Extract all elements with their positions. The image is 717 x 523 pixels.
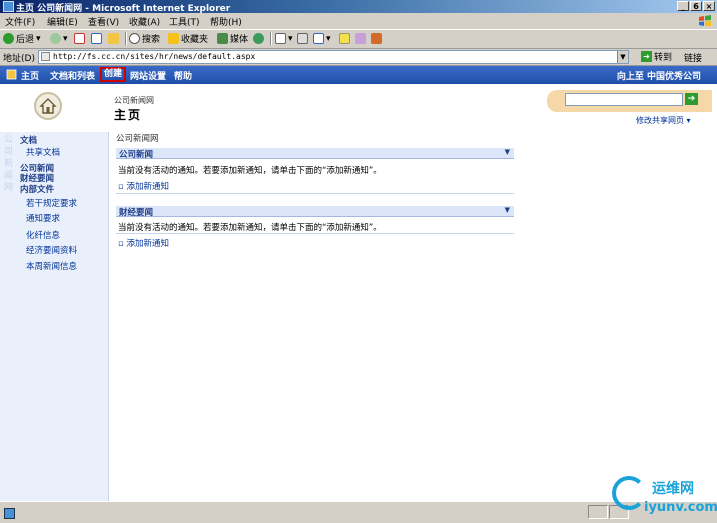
print-button[interactable] — [297, 32, 310, 45]
discuss-button[interactable] — [339, 32, 352, 45]
status-pane-security — [588, 505, 608, 519]
menu-bar: 文件(F) 编辑(E) 查看(V) 收藏(A) 工具(T) 帮助(H) — [0, 13, 717, 30]
page-header: 公司新闻网 主页 ➔ 修改共享网页 ▾ — [0, 84, 717, 132]
print-icon — [297, 33, 308, 44]
history-icon — [253, 33, 264, 44]
history-button[interactable] — [253, 32, 266, 45]
webpart-menu-icon[interactable]: ▼ — [505, 206, 510, 214]
mail-button[interactable]: ▾ — [275, 32, 293, 45]
messenger-icon — [355, 33, 366, 44]
webpart-title[interactable]: 公司新闻 — [119, 148, 153, 160]
nav-up-to[interactable]: 向上至 中国优秀公司 — [617, 69, 701, 82]
sidebar-item-documents[interactable]: 文档 — [20, 134, 37, 146]
page-icon — [41, 52, 50, 61]
address-input[interactable]: http://fs.cc.cn/sites/hr/news/default.as… — [38, 50, 629, 64]
back-arrow-icon — [3, 33, 14, 44]
sidebar-item-regulations[interactable]: 若干规定要求 — [26, 197, 77, 209]
site-top-nav: 主页 文档和列表 创建 网站设置 帮助 向上至 中国优秀公司 — [0, 66, 717, 84]
sidebar-item-weekly-news[interactable]: 本周新闻信息 — [26, 260, 77, 272]
menu-favorites[interactable]: 收藏(A) — [129, 15, 160, 28]
search-go-button[interactable]: ➔ — [685, 93, 698, 105]
sidebar-item-shared-docs[interactable]: 共享文档 — [26, 146, 60, 158]
breadcrumb[interactable]: 公司新闻网 — [114, 95, 154, 106]
media-button[interactable]: 媒体 — [217, 32, 248, 45]
messenger-button[interactable] — [355, 32, 368, 45]
research-button[interactable] — [371, 32, 384, 45]
webpart-message: 当前没有活动的通知。若要添加新通知，请单击下面的“添加新通知”。 — [118, 223, 382, 233]
house-icon — [39, 98, 57, 114]
restore-button[interactable]: 6 — [690, 1, 702, 11]
research-icon — [371, 33, 382, 44]
webpart-header-finance-news: 财经要闻 ▼ — [116, 206, 514, 218]
webpart-menu-icon[interactable]: ▼ — [505, 148, 510, 156]
star-icon — [168, 33, 179, 44]
webpart-title[interactable]: 财经要闻 — [119, 206, 153, 218]
refresh-button[interactable] — [91, 32, 104, 45]
address-bar: 地址(D) http://fs.cc.cn/sites/hr/news/defa… — [0, 49, 717, 66]
webpart-header-company-news: 公司新闻 ▼ — [116, 148, 514, 160]
brand-watermark: 运维网 iyunv.com — [608, 472, 717, 522]
windows-logo-icon — [699, 15, 711, 26]
nav-site-settings[interactable]: 网站设置 — [130, 69, 166, 82]
minimize-button[interactable]: _ — [677, 1, 689, 11]
favorites-button[interactable]: 收藏夹 — [168, 32, 208, 45]
media-icon — [217, 33, 228, 44]
links-button[interactable]: 链接 — [684, 51, 702, 64]
brand-ring-icon — [612, 476, 646, 510]
forward-arrow-icon — [50, 33, 61, 44]
search-button[interactable]: 搜索 — [129, 32, 160, 45]
menu-help[interactable]: 帮助(H) — [210, 15, 242, 28]
refresh-icon — [91, 33, 102, 44]
search-input[interactable] — [565, 93, 683, 106]
page-title: 主页 — [114, 108, 143, 122]
search-icon — [129, 33, 140, 44]
forward-button[interactable]: ▾ — [50, 32, 68, 45]
site-logo — [34, 92, 62, 120]
go-button[interactable]: ➔ 转到 — [641, 50, 672, 63]
menu-file[interactable]: 文件(F) — [5, 15, 35, 28]
modify-shared-page-link[interactable]: 修改共享网页 ▾ — [636, 115, 691, 126]
webpart-message: 当前没有活动的通知。若要添加新通知，请单击下面的“添加新通知”。 — [118, 166, 382, 176]
sidebar-item-fiber-info[interactable]: 化纤信息 — [26, 229, 60, 241]
ie-icon — [3, 1, 14, 12]
close-button[interactable]: × — [703, 1, 715, 11]
site-home-icon — [6, 69, 17, 80]
edit-page-icon — [313, 33, 324, 44]
window-title-bar[interactable]: 主页 公司新闻网 - Microsoft Internet Explorer _… — [0, 0, 717, 14]
address-dropdown-icon[interactable]: ▼ — [617, 51, 628, 63]
main-content: 公司新闻网 公司新闻 ▼ 当前没有活动的通知。若要添加新通知，请单击下面的“添加… — [110, 132, 717, 501]
go-arrow-icon: ➔ — [641, 51, 652, 62]
edit-button[interactable]: ▾ — [313, 32, 331, 45]
sidebar-item-economic-news[interactable]: 经济要闻资料 — [26, 244, 77, 256]
address-url[interactable]: http://fs.cc.cn/sites/hr/news/default.as… — [53, 51, 255, 63]
back-button[interactable]: 后退 ▾ — [3, 32, 41, 45]
discuss-icon — [339, 33, 350, 44]
menu-view[interactable]: 查看(V) — [88, 15, 119, 28]
nav-create[interactable]: 创建 — [100, 67, 127, 82]
home-icon — [108, 33, 119, 44]
mail-icon — [275, 33, 286, 44]
sidebar-item-internal-files[interactable]: 内部文件 — [20, 183, 54, 195]
brand-url: iyunv.com — [644, 500, 717, 515]
address-label: 地址(D) — [3, 54, 35, 64]
nav-help[interactable]: 帮助 — [174, 69, 192, 82]
nav-docs-lists[interactable]: 文档和列表 — [50, 69, 95, 82]
menu-tools[interactable]: 工具(T) — [169, 15, 200, 28]
stop-button[interactable] — [74, 32, 87, 45]
menu-edit[interactable]: 编辑(E) — [47, 15, 78, 28]
standard-toolbar: 后退 ▾ ▾ 搜索 收藏夹 媒体 ▾ ▾ — [0, 30, 717, 49]
sidebar-watermark: 公司新闻网 — [4, 135, 14, 193]
stop-icon — [74, 33, 85, 44]
nav-home[interactable]: 主页 — [21, 69, 39, 82]
add-announcement-link[interactable]: ▫ 添加新通知 — [118, 180, 169, 192]
quick-launch: 公司新闻网 文档 共享文档 公司新闻 财经要闻 内部文件 若干规定要求 通知要求… — [0, 132, 109, 501]
zone-label: 公司新闻网 — [116, 134, 159, 144]
home-button[interactable] — [108, 32, 121, 45]
sidebar-item-notices[interactable]: 通知要求 — [26, 212, 60, 224]
add-announcement-link[interactable]: ▫ 添加新通知 — [118, 237, 169, 249]
brand-name: 运维网 — [652, 481, 694, 497]
search-panel: ➔ — [547, 90, 712, 112]
